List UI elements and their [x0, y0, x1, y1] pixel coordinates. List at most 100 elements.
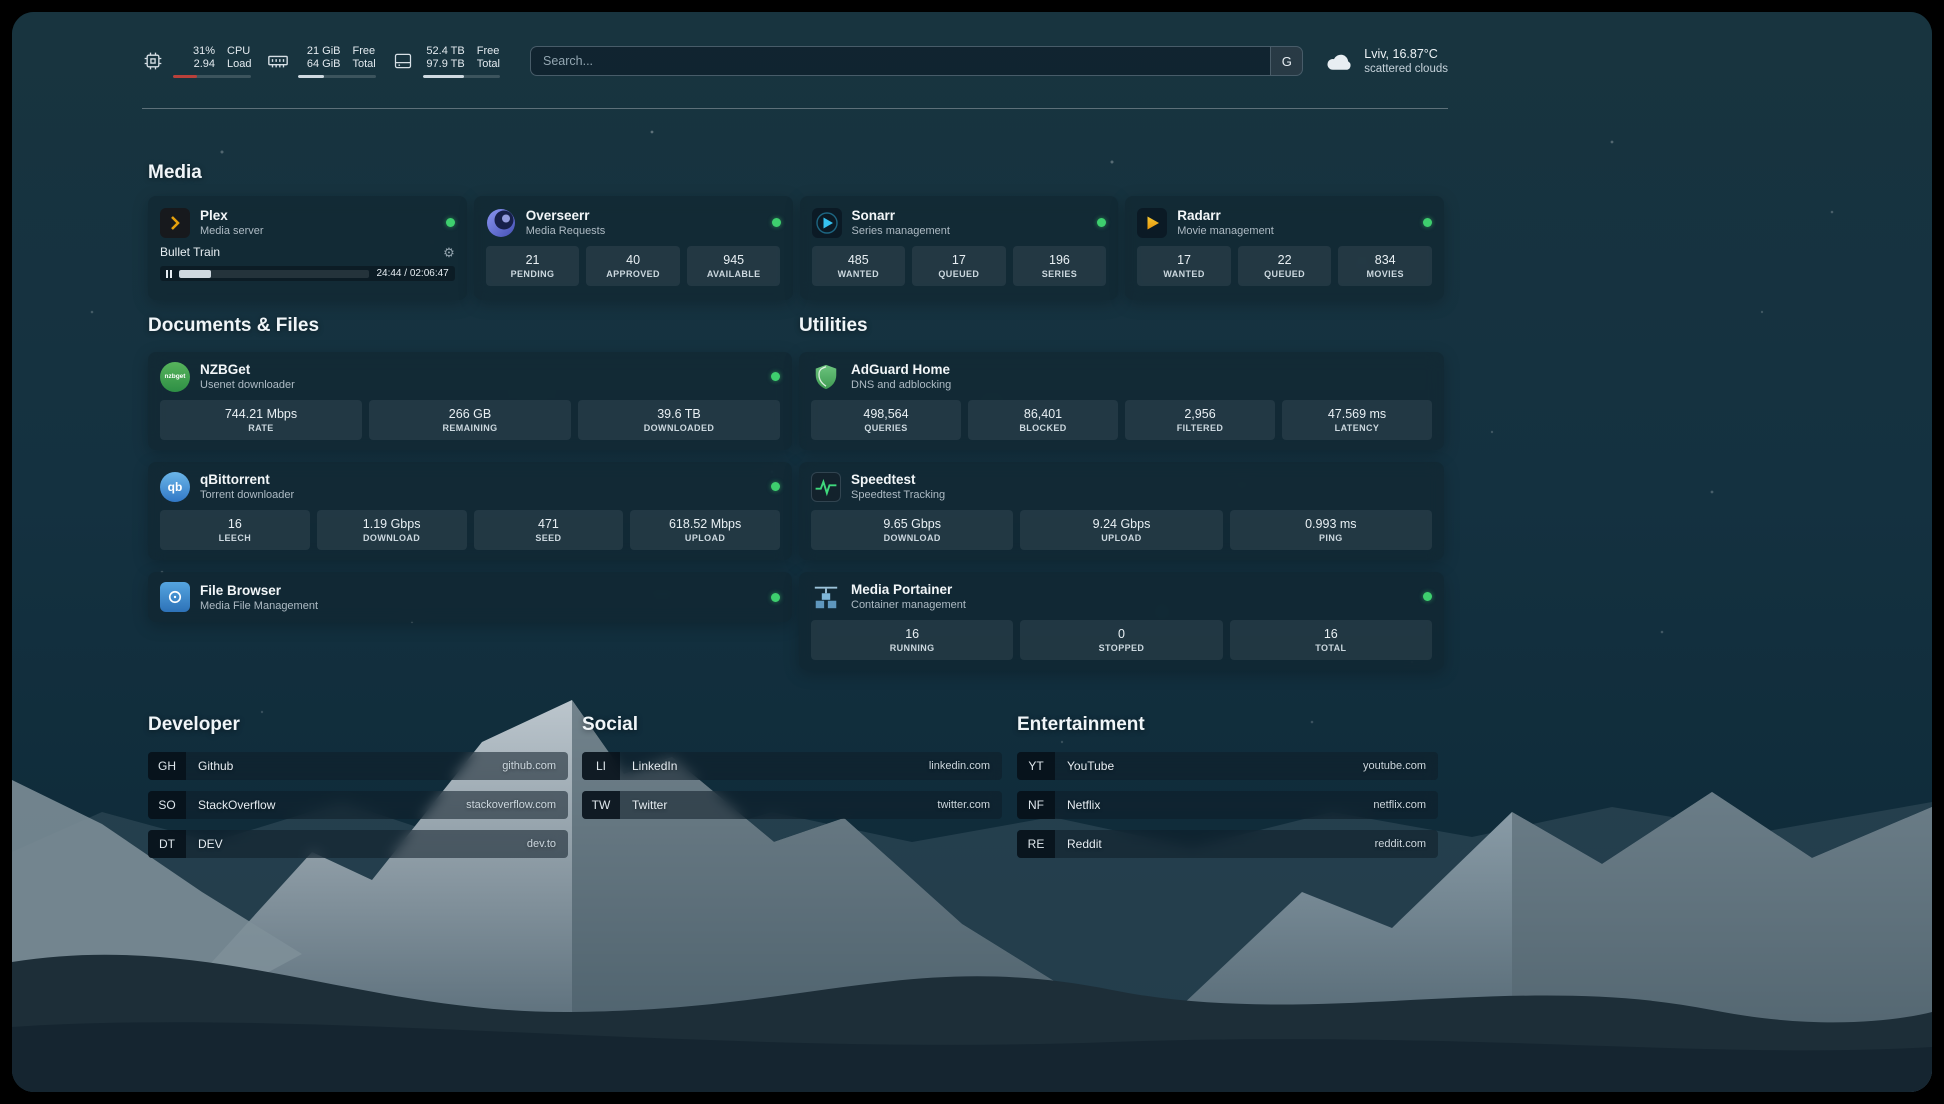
app-name: NZBGet: [200, 361, 295, 378]
app-name: Plex: [200, 207, 264, 224]
weather-location-temp: Lviv, 16.87°C: [1364, 47, 1448, 62]
plex-card[interactable]: Plex Media server Bullet Train ⚙ 24:44 /…: [148, 196, 467, 300]
speedtest-icon: [811, 472, 841, 502]
cpu-usage: 31%: [173, 45, 215, 58]
app-subtitle: Media File Management: [200, 599, 318, 613]
bookmark-linkedin[interactable]: LI LinkedIn linkedin.com: [582, 752, 1002, 780]
section-title-social: Social: [582, 714, 638, 736]
bookmark-name: Netflix: [1067, 798, 1100, 812]
nzbget-icon: nzbget: [160, 362, 190, 392]
stat-downloaded: 39.6 TBDOWNLOADED: [578, 400, 780, 440]
stat-queries: 498,564QUERIES: [811, 400, 961, 440]
weather-condition: scattered clouds: [1364, 62, 1448, 76]
stat-total: 16TOTAL: [1230, 620, 1432, 660]
ram-free: 21 GiB: [298, 45, 340, 58]
status-dot: [771, 372, 780, 381]
stat-available: 945AVAILABLE: [687, 246, 781, 286]
stat-queued: 22QUEUED: [1238, 246, 1332, 286]
overseerr-card[interactable]: Overseerr Media Requests 21PENDING 40APP…: [474, 196, 793, 300]
qbittorrent-card[interactable]: qb qBittorrent Torrent downloader 16LEEC…: [148, 462, 792, 560]
radarr-card[interactable]: Radarr Movie management 17WANTED 22QUEUE…: [1125, 196, 1444, 300]
bookmark-name: Reddit: [1067, 837, 1102, 851]
bookmark-youtube[interactable]: YT YouTube youtube.com: [1017, 752, 1438, 780]
app-name: AdGuard Home: [851, 361, 951, 378]
stat-pending: 21PENDING: [486, 246, 580, 286]
cpu-stat: 31%CPU 2.94Load: [142, 45, 251, 78]
bookmark-name: StackOverflow: [198, 798, 275, 812]
stat-leech: 16LEECH: [160, 510, 310, 550]
status-dot: [446, 218, 455, 227]
stackoverflow-icon: SO: [148, 791, 186, 819]
qbittorrent-icon-text: qb: [168, 480, 183, 494]
bookmark-name: Github: [198, 759, 233, 773]
nzbget-card[interactable]: nzbget NZBGet Usenet downloader 744.21 M…: [148, 352, 792, 450]
bookmark-netflix[interactable]: NF Netflix netflix.com: [1017, 791, 1438, 819]
disk-label-bottom: Total: [477, 58, 500, 71]
cpu-label-top: CPU: [227, 45, 250, 58]
app-name: Overseerr: [526, 207, 606, 224]
portainer-icon: [811, 582, 841, 612]
speedtest-card[interactable]: Speedtest Speedtest Tracking 9.65 GbpsDO…: [799, 462, 1444, 560]
header-divider: [142, 108, 1448, 109]
adguard-card[interactable]: AdGuard Home DNS and adblocking 498,564Q…: [799, 352, 1444, 450]
bookmark-name: Twitter: [632, 798, 667, 812]
app-subtitle: Movie management: [1177, 224, 1274, 238]
progress-bar[interactable]: [179, 270, 369, 278]
portainer-card[interactable]: Media Portainer Container management 16R…: [799, 572, 1444, 670]
filebrowser-card[interactable]: File Browser Media File Management: [148, 572, 792, 622]
cpu-label-bottom: Load: [227, 58, 251, 71]
social-bookmarks: LI LinkedIn linkedin.com TW Twitter twit…: [582, 752, 1002, 819]
bookmark-reddit[interactable]: RE Reddit reddit.com: [1017, 830, 1438, 858]
status-dot: [771, 482, 780, 491]
bookmark-dev[interactable]: DT DEV dev.to: [148, 830, 568, 858]
entertainment-bookmarks: YT YouTube youtube.com NF Netflix netfli…: [1017, 752, 1438, 858]
app-name: Sonarr: [852, 207, 950, 224]
bookmark-github[interactable]: GH Github github.com: [148, 752, 568, 780]
bookmark-stackoverflow[interactable]: SO StackOverflow stackoverflow.com: [148, 791, 568, 819]
disk-free: 52.4 TB: [423, 45, 465, 58]
app-name: File Browser: [200, 582, 318, 599]
search-engine-button[interactable]: G: [1270, 47, 1302, 75]
section-title-entertainment: Entertainment: [1017, 714, 1145, 736]
bookmark-url: linkedin.com: [929, 760, 990, 772]
disk-usage-bar: [423, 75, 500, 78]
bookmark-name: DEV: [198, 837, 223, 851]
netflix-icon: NF: [1017, 791, 1055, 819]
settings-gear-icon[interactable]: ⚙: [443, 246, 455, 259]
cloud-icon: [1325, 46, 1355, 76]
dashboard-screen: 31%CPU 2.94Load 21 GiBFree 64 GiBTotal: [12, 12, 1932, 1092]
bookmark-name: YouTube: [1067, 759, 1114, 773]
stat-latency: 47.569 msLATENCY: [1282, 400, 1432, 440]
bookmark-twitter[interactable]: TW Twitter twitter.com: [582, 791, 1002, 819]
documents-cards-column: nzbget NZBGet Usenet downloader 744.21 M…: [148, 352, 792, 622]
app-subtitle: Container management: [851, 598, 966, 612]
bookmark-url: dev.to: [527, 838, 556, 850]
pause-button[interactable]: [166, 270, 172, 278]
stat-series: 196SERIES: [1013, 246, 1107, 286]
sonarr-card[interactable]: Sonarr Series management 485WANTED 17QUE…: [800, 196, 1119, 300]
stat-download: 1.19 GbpsDOWNLOAD: [317, 510, 467, 550]
stat-upload: 9.24 GbpsUPLOAD: [1020, 510, 1222, 550]
status-dot: [1097, 218, 1106, 227]
ram-icon: [267, 50, 289, 72]
app-subtitle: DNS and adblocking: [851, 378, 951, 392]
stat-wanted: 485WANTED: [812, 246, 906, 286]
bookmark-url: stackoverflow.com: [466, 799, 556, 811]
weather-widget: Lviv, 16.87°C scattered clouds: [1325, 46, 1448, 76]
ram-label-top: Free: [352, 45, 375, 58]
ram-stat: 21 GiBFree 64 GiBTotal: [267, 45, 375, 78]
stat-running: 16RUNNING: [811, 620, 1013, 660]
search-input[interactable]: [531, 47, 1270, 75]
stat-movies: 834MOVIES: [1338, 246, 1432, 286]
developer-bookmarks: GH Github github.com SO StackOverflow st…: [148, 752, 568, 858]
ram-total: 64 GiB: [298, 58, 340, 71]
filebrowser-icon: [160, 582, 190, 612]
app-subtitle: Media server: [200, 224, 264, 238]
stat-wanted: 17WANTED: [1137, 246, 1231, 286]
app-subtitle: Usenet downloader: [200, 378, 295, 392]
dev-icon: DT: [148, 830, 186, 858]
section-title-media: Media: [148, 162, 202, 184]
youtube-icon: YT: [1017, 752, 1055, 780]
top-bar: 31%CPU 2.94Load 21 GiBFree 64 GiBTotal: [142, 40, 1448, 82]
stat-seed: 471SEED: [474, 510, 624, 550]
